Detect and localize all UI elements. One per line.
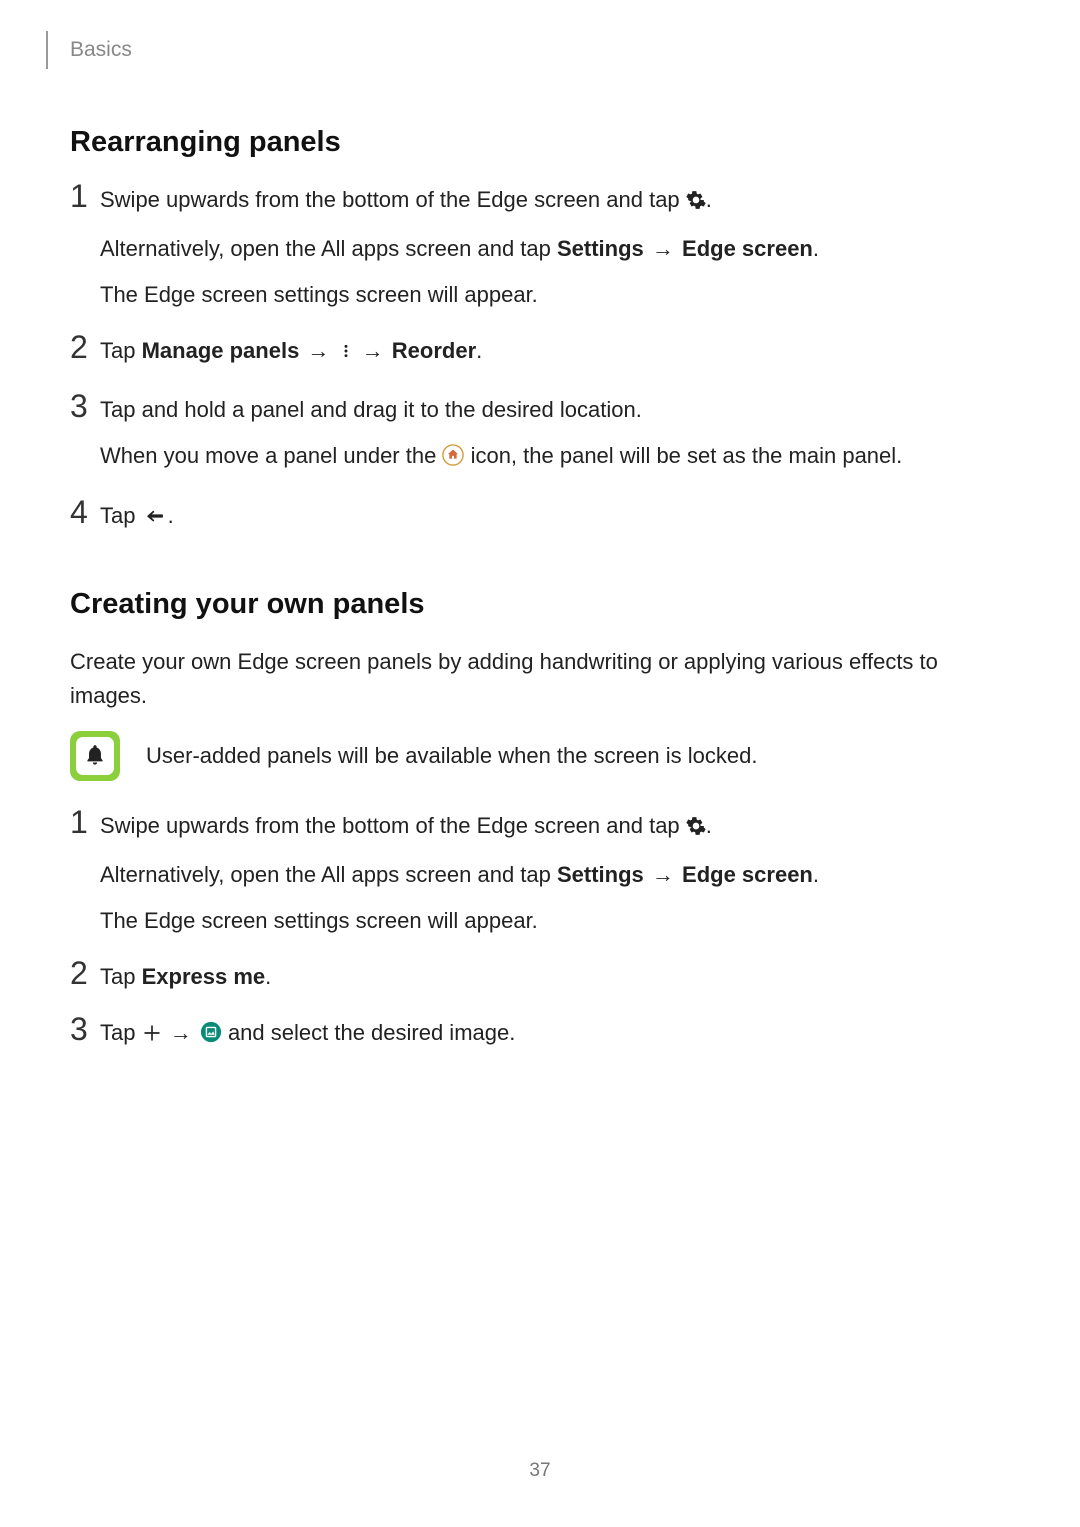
step-body: Tap Express me. — [100, 960, 1010, 1006]
note-icon — [70, 731, 120, 781]
text: . — [476, 338, 482, 363]
text: Tap — [100, 503, 142, 528]
step-number: 3 — [70, 1012, 100, 1047]
gear-icon — [686, 812, 706, 846]
text: . — [706, 187, 712, 212]
more-options-icon — [338, 337, 354, 371]
page-number: 37 — [0, 1456, 1080, 1485]
step-number: 2 — [70, 956, 100, 991]
bold-edge-screen: Edge screen — [682, 236, 813, 261]
step-1-2: 2 Tap Manage panels → → Reorder. — [70, 334, 1010, 383]
text: Swipe upwards from the bottom of the Edg… — [100, 187, 686, 212]
step-body: Tap and hold a panel and drag it to the … — [100, 393, 1010, 488]
text: . — [813, 862, 819, 887]
step-body: Swipe upwards from the bottom of the Edg… — [100, 183, 1010, 324]
home-circle-icon — [442, 442, 464, 476]
bold-edge-screen: Edge screen — [682, 862, 813, 887]
step-body: Swipe upwards from the bottom of the Edg… — [100, 809, 1010, 950]
step-text: Alternatively, open the All apps screen … — [100, 232, 1010, 266]
arrow: → — [644, 236, 682, 261]
text: and select the desired image. — [222, 1020, 516, 1045]
page-header: Basics — [70, 30, 1010, 70]
step-text: When you move a panel under the icon, th… — [100, 439, 1010, 476]
arrow: → — [299, 338, 337, 363]
gear-icon — [686, 186, 706, 220]
text: . — [706, 813, 712, 838]
note-text: User-added panels will be available when… — [146, 739, 1010, 773]
heading-rearranging-panels: Rearranging panels — [70, 120, 1010, 165]
bold-reorder: Reorder — [392, 338, 476, 363]
step-text: Tap . — [100, 499, 1010, 536]
step-text: Alternatively, open the All apps screen … — [100, 858, 1010, 892]
step-text: Tap and hold a panel and drag it to the … — [100, 393, 1010, 427]
arrow: → — [162, 1020, 200, 1045]
step-number: 4 — [70, 495, 100, 530]
step-2-3: 3 Tap → and select the desired image. — [70, 1016, 1010, 1065]
step-2-2: 2 Tap Express me. — [70, 960, 1010, 1006]
step-text: The Edge screen settings screen will app… — [100, 904, 1010, 938]
note-row: User-added panels will be available when… — [70, 731, 1010, 781]
step-body: Tap → and select the desired image. — [100, 1016, 1010, 1065]
step-body: Tap Manage panels → → Reorder. — [100, 334, 1010, 383]
step-text: Swipe upwards from the bottom of the Edg… — [100, 809, 1010, 846]
step-text: Tap Express me. — [100, 960, 1010, 994]
step-number: 2 — [70, 330, 100, 365]
step-1-4: 4 Tap . — [70, 499, 1010, 548]
plus-icon — [142, 1019, 162, 1053]
bell-icon — [76, 737, 114, 775]
header-rule — [46, 31, 48, 69]
text: . — [265, 964, 271, 989]
bold-manage-panels: Manage panels — [142, 338, 300, 363]
image-circle-icon — [200, 1019, 222, 1053]
bold-express-me: Express me — [142, 964, 266, 989]
text: Tap — [100, 338, 142, 363]
heading-creating-own-panels: Creating your own panels — [70, 582, 1010, 627]
step-text: Swipe upwards from the bottom of the Edg… — [100, 183, 1010, 220]
step-number: 1 — [70, 805, 100, 840]
arrow: → — [354, 338, 392, 363]
bold-settings: Settings — [557, 236, 644, 261]
text: . — [813, 236, 819, 261]
step-body: Tap . — [100, 499, 1010, 548]
text: icon, the panel will be set as the main … — [464, 443, 902, 468]
section-intro: Create your own Edge screen panels by ad… — [70, 645, 1010, 713]
text: Tap — [100, 964, 142, 989]
back-icon — [142, 502, 168, 536]
step-text: Tap Manage panels → → Reorder. — [100, 334, 1010, 371]
text: Tap — [100, 1020, 142, 1045]
step-number: 3 — [70, 389, 100, 424]
step-1-3: 3 Tap and hold a panel and drag it to th… — [70, 393, 1010, 488]
step-1-1: 1 Swipe upwards from the bottom of the E… — [70, 183, 1010, 324]
step-text: Tap → and select the desired image. — [100, 1016, 1010, 1053]
text: Alternatively, open the All apps screen … — [100, 236, 557, 261]
step-2-1: 1 Swipe upwards from the bottom of the E… — [70, 809, 1010, 950]
step-text: The Edge screen settings screen will app… — [100, 278, 1010, 312]
text: . — [168, 503, 174, 528]
arrow: → — [644, 862, 682, 887]
bold-settings: Settings — [557, 862, 644, 887]
breadcrumb: Basics — [70, 34, 132, 67]
text: Alternatively, open the All apps screen … — [100, 862, 557, 887]
step-number: 1 — [70, 179, 100, 214]
page: Basics Rearranging panels 1 Swipe upward… — [0, 0, 1080, 1527]
text: Swipe upwards from the bottom of the Edg… — [100, 813, 686, 838]
text: When you move a panel under the — [100, 443, 442, 468]
